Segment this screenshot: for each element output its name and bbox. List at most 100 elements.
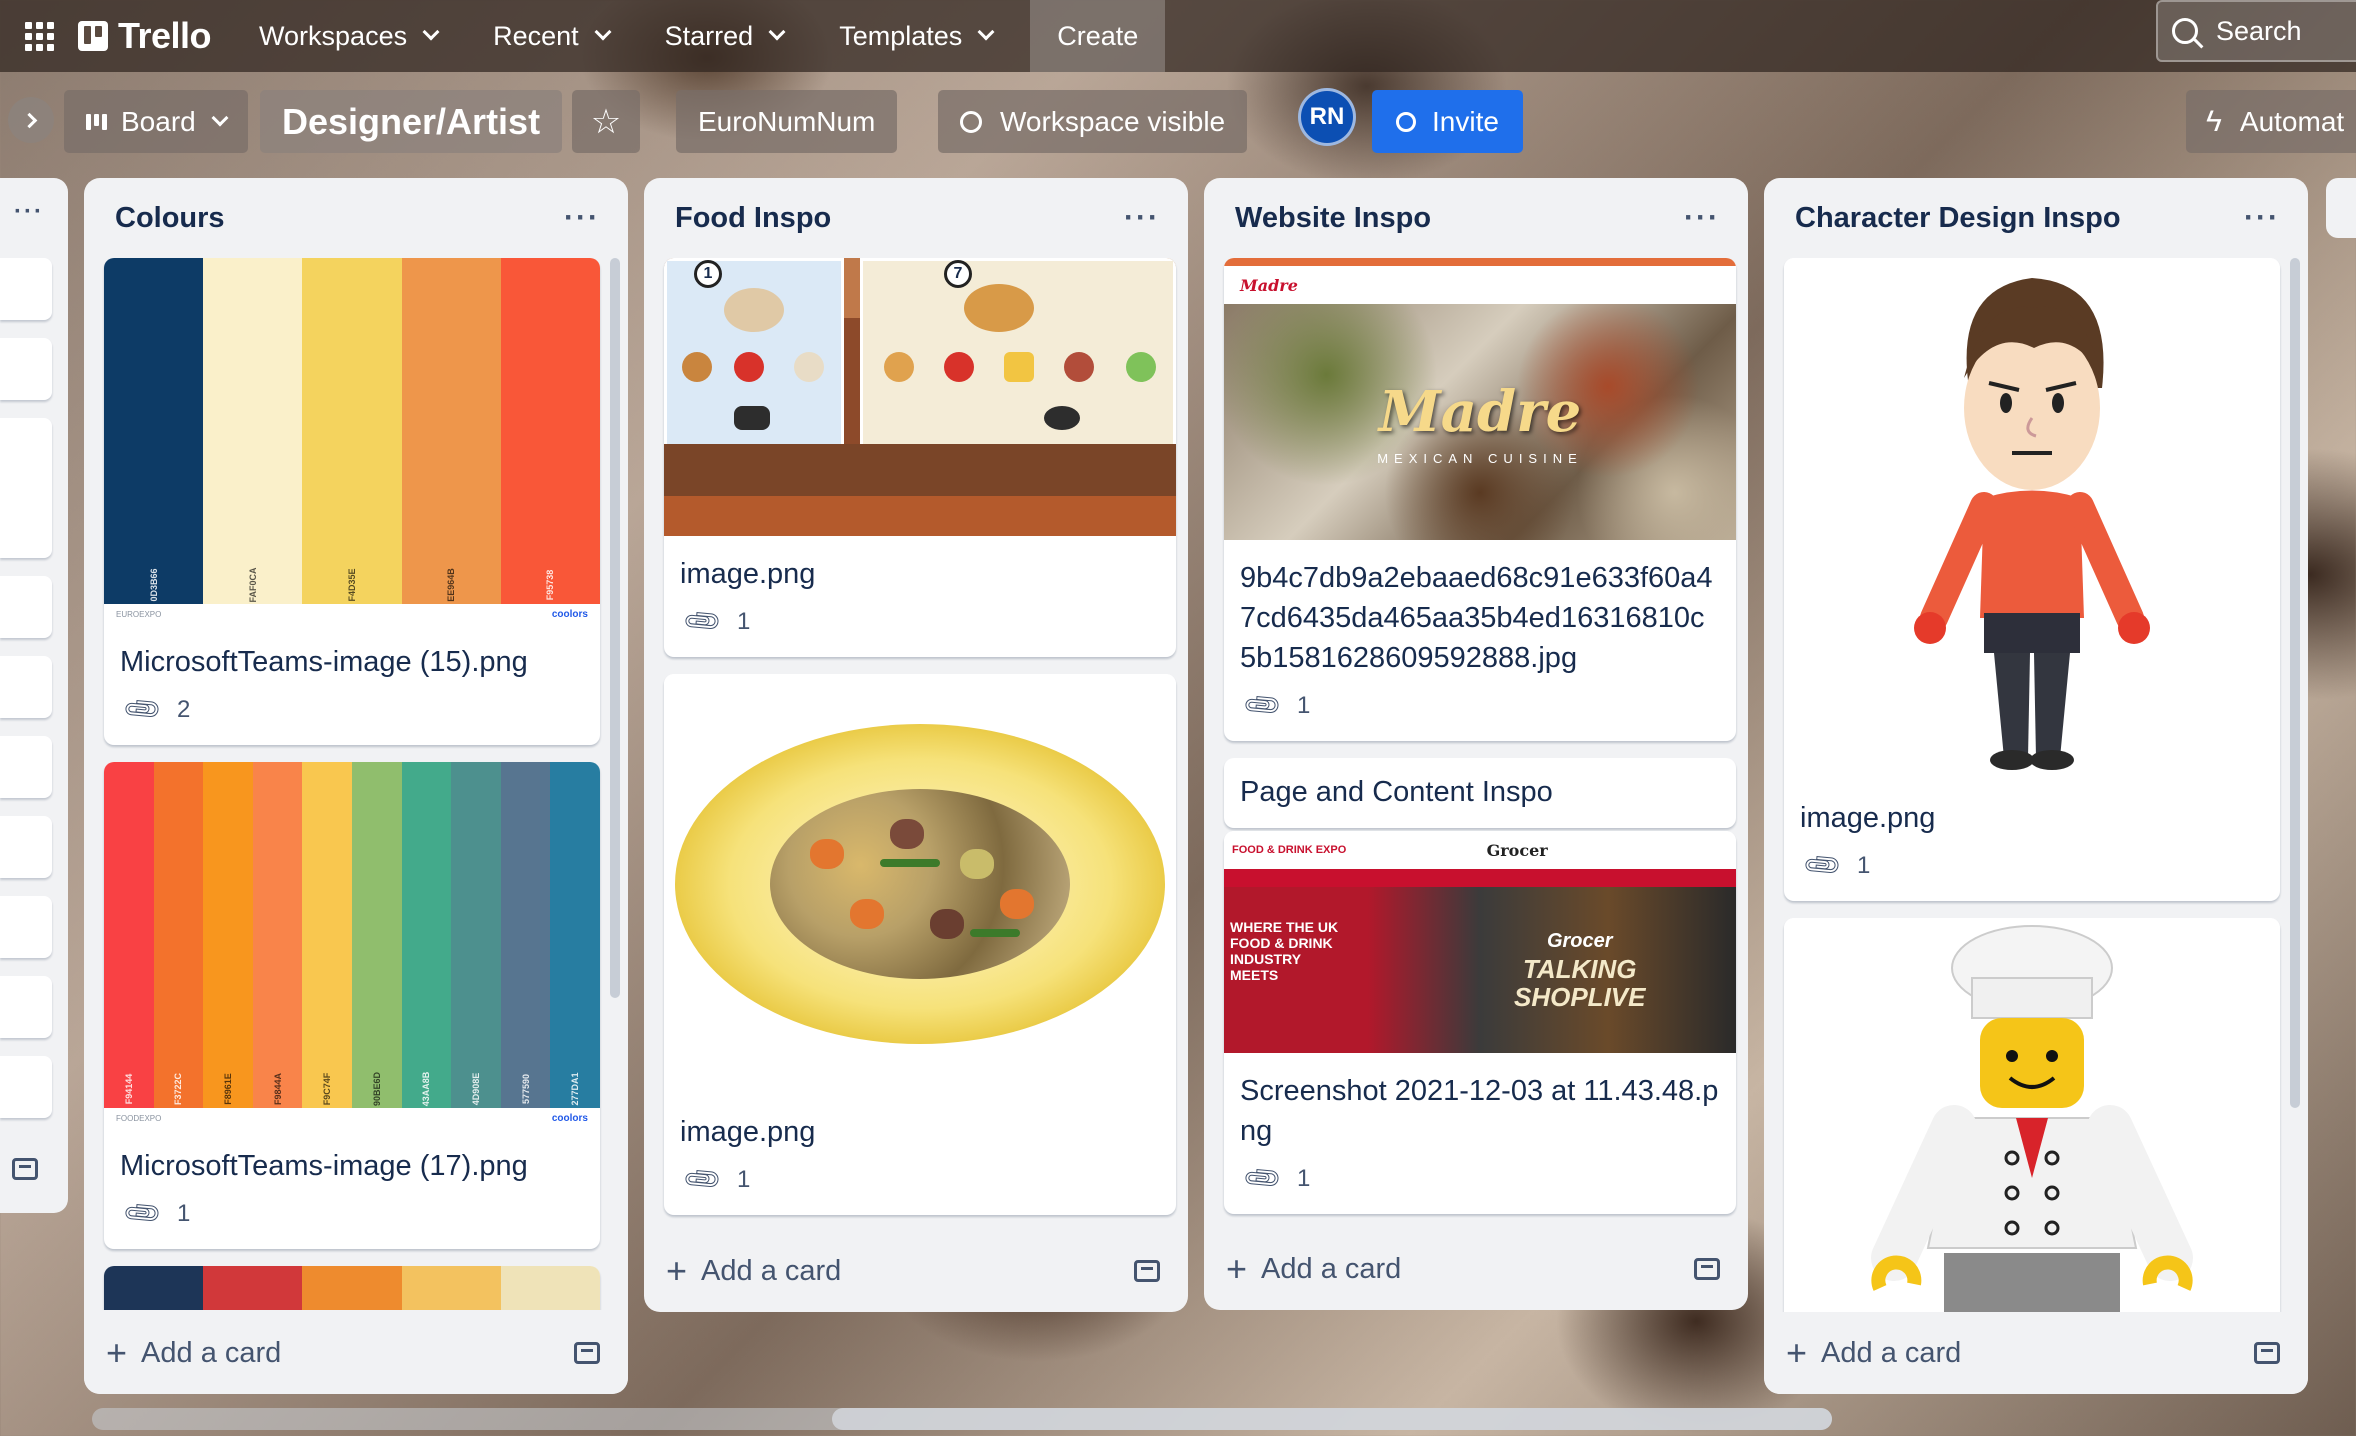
paperclip-icon: 📎︎ <box>679 599 725 644</box>
paperclip-icon: 📎︎ <box>119 1191 165 1236</box>
invite-button[interactable]: Invite <box>1372 90 1523 153</box>
colour-palette: 0D3B66 FAF0CA F4D35E EE964B F95738 <box>104 258 600 604</box>
list-menu-icon[interactable]: ··· <box>1684 201 1720 235</box>
swatch <box>401 1266 501 1310</box>
template-icon[interactable] <box>12 1158 38 1180</box>
list-menu-icon[interactable]: ··· <box>2244 201 2280 235</box>
list-scrollbar[interactable] <box>2290 258 2300 1108</box>
card[interactable] <box>104 1266 600 1310</box>
scrollbar-thumb[interactable] <box>832 1408 1832 1430</box>
card-title: Screenshot 2021-12-03 at 11.43.48.png <box>1240 1075 1719 1147</box>
partial-list-right <box>2326 178 2356 238</box>
board-horizontal-scrollbar[interactable] <box>92 1408 1832 1430</box>
card[interactable] <box>1784 918 2280 1312</box>
card[interactable]: 1 7 image.png 📎︎ 1 <box>664 258 1176 657</box>
attachment-count: 1 <box>737 607 751 635</box>
card-title: MicrosoftTeams-image (17).png <box>120 1150 528 1182</box>
add-card-button[interactable]: + Add a card <box>1226 1248 1401 1290</box>
card-stub[interactable] <box>0 576 52 638</box>
add-card-label: Add a card <box>1821 1336 1962 1369</box>
visibility-button[interactable]: Workspace visible <box>938 90 1248 153</box>
board-title[interactable]: Designer/Artist <box>260 90 563 153</box>
attachment-count: 1 <box>177 1199 191 1227</box>
card[interactable]: Page and Content Inspo <box>1224 758 1736 828</box>
invite-label: Invite <box>1432 105 1499 137</box>
board-view-label: Board <box>121 105 196 137</box>
card-stub[interactable] <box>0 896 52 958</box>
chevron-down-icon <box>768 23 786 41</box>
card-stub[interactable] <box>0 258 52 320</box>
lightning-icon: ϟ <box>2206 104 2222 138</box>
card-badges: 📎︎ 2 <box>104 682 600 745</box>
card[interactable]: F94144 F3722C F8961E F9844A F9C74F 90BE6… <box>104 762 600 1249</box>
board-icon <box>86 113 107 130</box>
swatch: F9844A <box>252 762 303 1108</box>
list-title[interactable]: Food Inspo <box>675 202 831 235</box>
card[interactable]: 0D3B66 FAF0CA F4D35E EE964B F95738 EUROE… <box>104 258 600 745</box>
card[interactable]: FOOD & DRINK EXPO Grocer WHERE THE UK FOO… <box>1224 831 1736 1214</box>
list-character-design-inspo: Character Design Inspo ··· image.png 📎︎ … <box>1764 178 2308 1394</box>
card-stub[interactable] <box>0 736 52 798</box>
list-colours: Colours ··· 0D3B66 FAF0CA F4D35E EE964B … <box>84 178 628 1394</box>
template-icon[interactable] <box>2254 1342 2280 1364</box>
template-icon[interactable] <box>574 1342 600 1364</box>
list-title[interactable]: Colours <box>115 202 225 235</box>
list-title[interactable]: Website Inspo <box>1235 202 1431 235</box>
card-stub[interactable] <box>0 976 52 1038</box>
swatch: 90BE6D <box>351 762 402 1108</box>
card[interactable]: Madre Madre MEXICAN CUISINE 9b4c7db9a2eb… <box>1224 258 1736 741</box>
star-board-button[interactable]: ☆ <box>572 90 640 153</box>
card-stub[interactable] <box>0 1056 52 1118</box>
list-menu-icon[interactable]: ··· <box>14 198 44 226</box>
workspace-button[interactable]: EuroNumNum <box>676 90 898 153</box>
paperclip-icon: 📎︎ <box>1239 683 1285 728</box>
add-person-icon <box>1396 111 1416 132</box>
list-menu-icon[interactable]: ··· <box>564 201 600 235</box>
swatch <box>203 1266 303 1310</box>
list-cards: Madre Madre MEXICAN CUISINE 9b4c7db9a2eb… <box>1204 258 1748 1214</box>
template-icon[interactable] <box>1134 1260 1160 1282</box>
add-card-button[interactable]: + Add a card <box>106 1332 281 1374</box>
avatar[interactable]: RN <box>1298 88 1356 146</box>
card-stub[interactable] <box>0 338 52 400</box>
card[interactable]: image.png 📎︎ 1 <box>1784 258 2280 901</box>
expand-sidebar-button[interactable] <box>8 97 54 143</box>
card-badges: 📎︎ 1 <box>1784 838 2280 901</box>
list-menu-icon[interactable]: ··· <box>1124 201 1160 235</box>
card-stub[interactable] <box>0 418 52 558</box>
swatch: EE964B <box>401 258 501 604</box>
list-title[interactable]: Character Design Inspo <box>1795 202 2121 235</box>
trello-logo[interactable]: Trello <box>78 0 231 72</box>
search-placeholder: Search <box>2216 15 2302 46</box>
card-stub[interactable] <box>0 816 52 878</box>
search-input[interactable]: Search <box>2156 0 2356 62</box>
app-switcher-icon[interactable] <box>0 0 78 72</box>
card-badges: 📎︎ 1 <box>664 594 1176 657</box>
top-navigation: Trello Workspaces Recent Starred Templat… <box>0 0 2356 72</box>
card-cover-image: 0D3B66 FAF0CA F4D35E EE964B F95738 EUROE… <box>104 258 600 624</box>
paperclip-icon: 📎︎ <box>679 1157 725 1202</box>
nav-recent[interactable]: Recent <box>465 0 637 72</box>
nav-workspaces[interactable]: Workspaces <box>231 0 465 72</box>
colour-palette: F94144 F3722C F8961E F9844A F9C74F 90BE6… <box>104 762 600 1108</box>
nav-starred-label: Starred <box>664 20 754 51</box>
nav-starred[interactable]: Starred <box>637 0 812 72</box>
list-header: Food Inspo ··· <box>644 178 1188 258</box>
list-footer: + Add a card <box>644 1230 1188 1312</box>
create-button[interactable]: Create <box>1030 0 1166 72</box>
add-card-button[interactable]: + Add a card <box>1786 1332 1961 1374</box>
paperclip-icon: 📎︎ <box>1799 843 1845 888</box>
trello-wordmark: Trello <box>118 15 212 56</box>
template-icon[interactable] <box>1694 1258 1720 1280</box>
attachment-count: 1 <box>737 1165 751 1193</box>
list-scrollbar[interactable] <box>610 258 620 998</box>
partial-list-left: ··· <box>0 178 68 1213</box>
automation-button[interactable]: ϟ Automat <box>2186 90 2356 153</box>
card[interactable]: image.png 📎︎ 1 <box>664 674 1176 1215</box>
card-stub[interactable] <box>0 656 52 718</box>
chevron-down-icon <box>422 23 440 41</box>
nav-templates[interactable]: Templates <box>811 0 1020 72</box>
add-card-button[interactable]: + Add a card <box>666 1250 841 1292</box>
board-view-switcher[interactable]: Board <box>64 90 248 153</box>
chevron-down-icon <box>594 23 612 41</box>
